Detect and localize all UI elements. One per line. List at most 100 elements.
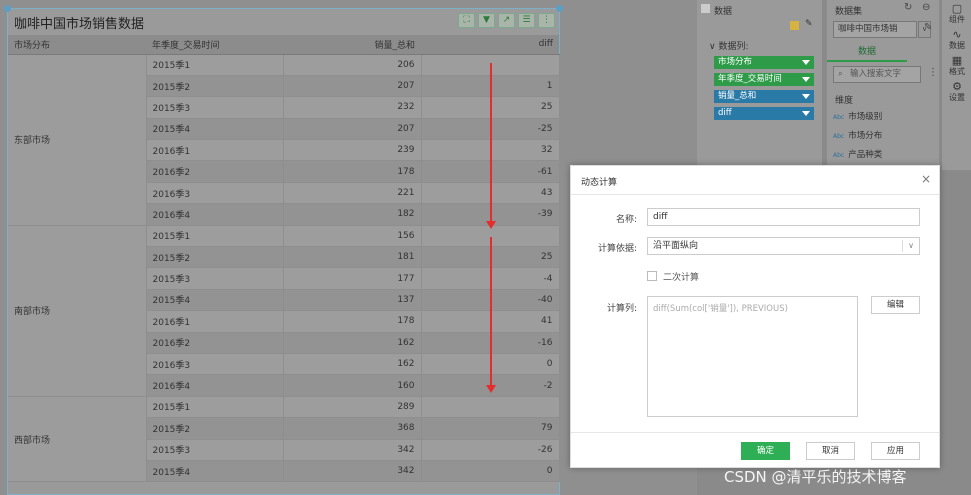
rail-item[interactable]: ∿ 数据	[945, 29, 969, 51]
more-icon[interactable]: ⋮	[928, 67, 938, 78]
field-pill[interactable]: diff	[714, 107, 814, 120]
caret-down-icon[interactable]	[802, 60, 810, 65]
sigma-icon[interactable]	[790, 21, 799, 30]
quarter-cell[interactable]: 2016季1	[146, 139, 284, 162]
sales-cell[interactable]: 221	[283, 182, 422, 205]
resize-handle[interactable]	[4, 5, 11, 12]
quarter-cell[interactable]: 2016季2	[146, 332, 284, 354]
export-icon[interactable]: ↗	[498, 13, 515, 28]
fullscreen-icon[interactable]: ⛶	[458, 13, 475, 28]
field-pill[interactable]: 年季度_交易时间	[714, 73, 814, 86]
cancel-button[interactable]: 取消	[806, 442, 855, 460]
edit-button[interactable]: 编辑	[871, 296, 920, 314]
caret-down-icon[interactable]	[802, 111, 810, 116]
formula-textarea[interactable]: diff(Sum(col['销量']), PREVIOUS)	[647, 296, 858, 417]
diff-cell[interactable]	[421, 396, 560, 419]
column-header[interactable]: 销量_总和	[283, 35, 421, 55]
quarter-cell[interactable]: 2015季1	[146, 225, 284, 248]
sales-cell[interactable]: 178	[283, 310, 422, 333]
sales-cell[interactable]: 177	[283, 267, 422, 290]
sales-cell[interactable]: 137	[283, 289, 422, 312]
sales-cell[interactable]: 162	[283, 332, 422, 354]
quarter-cell[interactable]: 2016季4	[146, 203, 284, 226]
fields-column: 数据 ✎ ∨ 数据列: 市场分布 年季度_交易时间 销量_总和 diff	[697, 0, 822, 170]
divider	[571, 432, 939, 433]
field-pill[interactable]: 销量_总和	[714, 90, 814, 103]
sales-cell[interactable]: 207	[283, 118, 422, 141]
column-header[interactable]: diff	[421, 35, 559, 55]
quarter-cell[interactable]: 2016季4	[146, 374, 284, 397]
refresh-icon[interactable]: ↻	[904, 2, 912, 13]
quarter-cell[interactable]: 2015季3	[146, 96, 284, 119]
name-field[interactable]: diff	[647, 208, 920, 226]
diff-cell[interactable]: 79	[421, 417, 560, 440]
sales-cell[interactable]: 342	[283, 460, 422, 483]
quarter-cell[interactable]: 2015季1	[146, 396, 284, 419]
region-cell[interactable]: 南部市场	[8, 225, 147, 397]
quarter-cell[interactable]: 2015季4	[146, 118, 284, 141]
sales-cell[interactable]: 368	[283, 417, 422, 440]
quarter-cell[interactable]: 2016季3	[146, 182, 284, 205]
column-header[interactable]: 市场分布	[8, 35, 146, 55]
close-icon[interactable]: ×	[921, 172, 931, 186]
report-panel: 咖啡中国市场销售数据 ⛶ ▼ ↗ ☰ ⋮ 市场分布 年季度_交易时间 销量_总和…	[4, 5, 563, 495]
sales-cell[interactable]: 162	[283, 353, 422, 376]
apply-button[interactable]: 应用	[871, 442, 920, 460]
sales-cell[interactable]: 342	[283, 439, 422, 461]
quarter-cell[interactable]: 2015季1	[146, 54, 284, 76]
filter-icon[interactable]: ▼	[478, 13, 495, 28]
quarter-cell[interactable]: 2016季1	[146, 310, 284, 333]
link-icon[interactable]: ⊖	[922, 2, 930, 13]
rail-item[interactable]: ▦ 格式	[945, 55, 969, 77]
region-cell[interactable]: 东部市场	[8, 54, 147, 226]
quarter-cell[interactable]: 2015季4	[146, 460, 284, 483]
sales-cell[interactable]: 207	[283, 75, 422, 98]
dataset-select[interactable]: 咖啡中国市场销	[833, 21, 917, 38]
resize-handle[interactable]	[556, 5, 563, 12]
quarter-cell[interactable]: 2015季2	[146, 246, 284, 269]
quarter-cell[interactable]: 2016季2	[146, 160, 284, 183]
sales-cell[interactable]: 156	[283, 225, 422, 248]
sales-cell[interactable]: 182	[283, 203, 422, 226]
dimension-header: 维度	[835, 96, 854, 106]
diff-cell[interactable]: 0	[421, 460, 560, 483]
more-icon[interactable]: ⋮	[538, 13, 555, 28]
field-pill[interactable]: 市场分布	[714, 56, 814, 69]
sales-cell[interactable]: 160	[283, 374, 422, 397]
sales-cell[interactable]: 239	[283, 139, 422, 162]
quarter-cell[interactable]: 2015季3	[146, 439, 284, 461]
quarter-cell[interactable]: 2015季3	[146, 267, 284, 290]
column-header[interactable]: 年季度_交易时间	[146, 35, 283, 55]
quarter-cell[interactable]: 2015季2	[146, 417, 284, 440]
secondary-calc-checkbox[interactable]	[647, 271, 657, 281]
dimension-item[interactable]: Abc 产品种类	[833, 148, 882, 160]
dialog-title: 动态计算	[581, 178, 618, 188]
edit-icon[interactable]: ✎	[924, 22, 932, 33]
search-input[interactable]: ⌕ 输入搜索文字	[833, 66, 921, 83]
caret-down-icon[interactable]	[802, 77, 810, 82]
sales-cell[interactable]: 289	[283, 396, 422, 419]
checkbox-icon[interactable]	[701, 4, 710, 13]
ok-button[interactable]: 确定	[741, 442, 790, 460]
rail-item[interactable]: ▢ 组件	[945, 3, 969, 25]
diff-cell[interactable]: -26	[421, 439, 560, 461]
dimension-item[interactable]: Abc 市场分布	[833, 129, 882, 141]
eraser-icon[interactable]: ✎	[805, 19, 813, 29]
sales-cell[interactable]: 232	[283, 96, 422, 119]
field-label: 年季度_交易时间	[718, 74, 782, 84]
basis-select[interactable]: 沿平面纵向 ∨	[647, 237, 920, 255]
quarter-cell[interactable]: 2016季3	[146, 353, 284, 376]
caret-down-icon[interactable]	[802, 94, 810, 99]
tab-data[interactable]: 数据	[827, 44, 907, 62]
region-cell[interactable]: 西部市场	[8, 396, 147, 483]
dimension-item[interactable]: Abc 市场级别	[833, 110, 882, 122]
name-label: 名称:	[615, 215, 637, 225]
rail-item[interactable]: ⚙ 设置	[945, 81, 969, 103]
chevron-down-icon[interactable]: ∨	[709, 42, 716, 52]
quarter-cell[interactable]: 2015季4	[146, 289, 284, 312]
sales-cell[interactable]: 206	[283, 54, 422, 76]
sales-cell[interactable]: 178	[283, 160, 422, 183]
list-icon[interactable]: ☰	[518, 13, 535, 28]
sales-cell[interactable]: 181	[283, 246, 422, 269]
quarter-cell[interactable]: 2015季2	[146, 75, 284, 98]
